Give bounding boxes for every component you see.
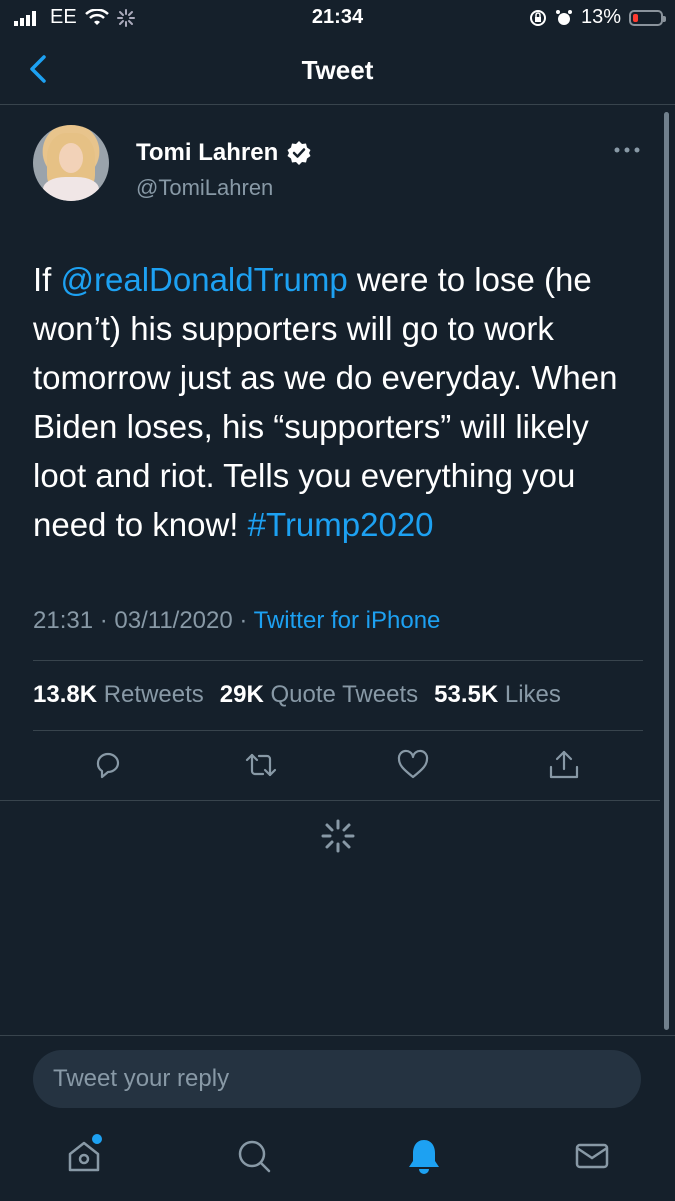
- reply-input[interactable]: Tweet your reply: [33, 1050, 641, 1108]
- nav-bar: Tweet: [0, 36, 675, 105]
- divider: [33, 730, 643, 731]
- verified-badge-icon: [287, 141, 311, 165]
- orientation-lock-icon: [529, 9, 546, 26]
- hashtag-link[interactable]: #Trump2020: [248, 506, 434, 543]
- retweet-icon[interactable]: [243, 747, 279, 783]
- status-right: 13%: [529, 6, 666, 29]
- likes-label: Likes: [504, 681, 561, 708]
- author-name-row[interactable]: Tomi Lahren: [136, 139, 312, 167]
- quotes-label: Quote Tweets: [270, 681, 419, 708]
- tab-notifications[interactable]: [404, 1136, 444, 1176]
- retweets-stat[interactable]: 13.8K Retweets: [33, 681, 204, 709]
- tweet-text-part: were to lose (he won’t) his supporters w…: [33, 261, 618, 543]
- tweet-time: 21:31: [33, 607, 94, 634]
- battery-icon: [629, 9, 666, 26]
- tweet-source-link[interactable]: Twitter for iPhone: [254, 607, 441, 634]
- tab-bar: [0, 1134, 675, 1196]
- scrollbar[interactable]: [664, 112, 669, 1030]
- quotes-stat[interactable]: 29K Quote Tweets: [220, 681, 418, 709]
- search-icon: [238, 1140, 271, 1173]
- tweet-meta: 21:31 · 03/11/2020 · Twitter for iPhone: [33, 607, 441, 634]
- tab-messages[interactable]: [572, 1136, 612, 1176]
- tab-search[interactable]: [234, 1136, 274, 1176]
- tweet-detail: Tomi Lahren @TomiLahren If @realDonaldTr…: [0, 105, 660, 801]
- tweet-text-part: If: [33, 261, 61, 298]
- new-content-dot: [92, 1134, 102, 1144]
- mention-link[interactable]: @realDonaldTrump: [61, 261, 348, 298]
- reply-bar: Tweet your reply: [0, 1035, 675, 1201]
- loading-spinner-icon: [321, 819, 355, 853]
- author-name[interactable]: Tomi Lahren: [136, 139, 278, 167]
- status-bar: EE 21:34 13%: [0, 0, 675, 36]
- retweets-count: 13.8K: [33, 681, 98, 708]
- messages-icon: [575, 1143, 609, 1169]
- tab-home[interactable]: [64, 1134, 104, 1176]
- more-options-icon[interactable]: [612, 143, 642, 157]
- likes-stat[interactable]: 53.5K Likes: [434, 681, 561, 709]
- retweets-label: Retweets: [103, 681, 204, 708]
- tweet-text: If @realDonaldTrump were to lose (he won…: [33, 255, 648, 549]
- avatar[interactable]: [33, 125, 109, 201]
- tweet-stats: 13.8K Retweets 29K Quote Tweets 53.5K Li…: [33, 681, 561, 709]
- share-icon[interactable]: [546, 747, 582, 783]
- like-heart-icon[interactable]: [395, 747, 431, 783]
- likes-count: 53.5K: [434, 681, 499, 708]
- battery-percent: 13%: [580, 6, 621, 28]
- page-title: Tweet: [301, 55, 374, 85]
- divider: [33, 660, 643, 661]
- tweet-date: 03/11/2020: [114, 607, 233, 634]
- alarm-icon: [555, 9, 572, 25]
- tweet-actions: [0, 747, 660, 789]
- quotes-count: 29K: [219, 681, 264, 708]
- author-handle[interactable]: @TomiLahren: [136, 175, 273, 201]
- reply-icon[interactable]: [90, 747, 126, 783]
- notifications-icon: [409, 1140, 439, 1174]
